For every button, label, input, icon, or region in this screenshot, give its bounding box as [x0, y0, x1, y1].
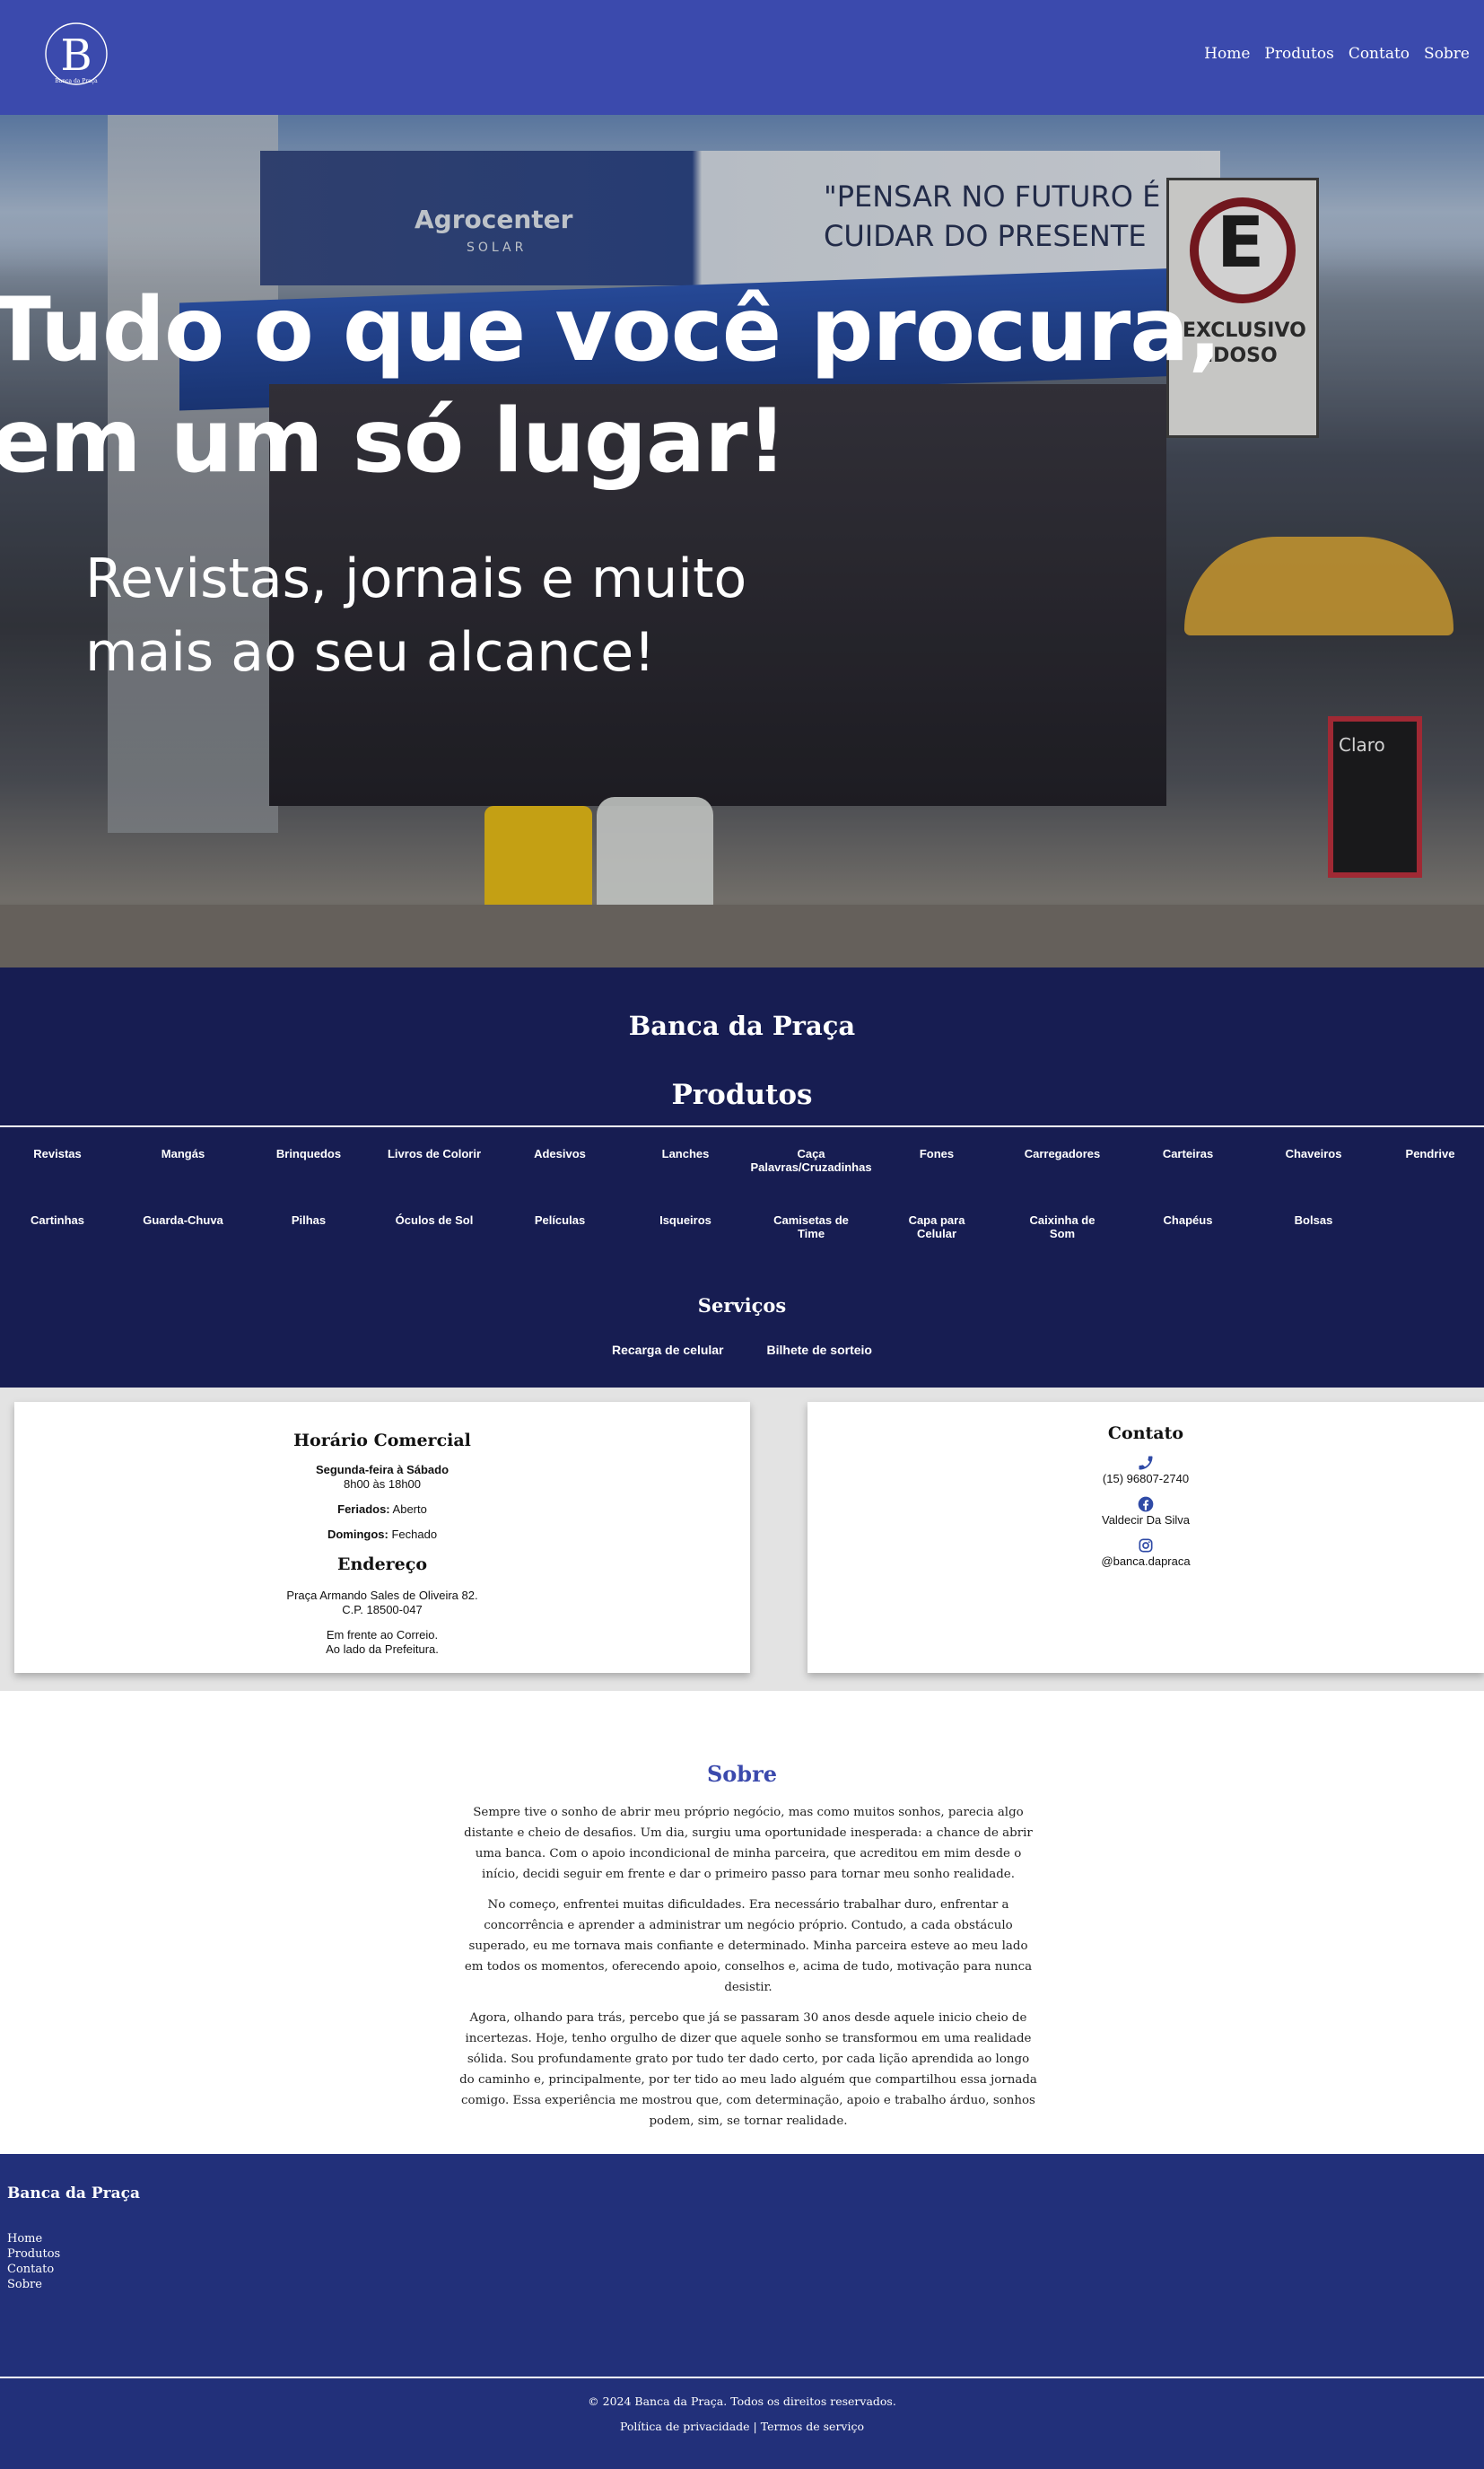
product-item[interactable]: Caça Palavras/Cruzadinhas [748, 1147, 874, 1174]
hero-title: Tudo o que você procura, em um só lugar! [0, 275, 1222, 497]
hours-sundays-label: Domingos: [327, 1528, 388, 1541]
products-title: Produtos [671, 1079, 813, 1111]
footer-legal: Política de privacidade | Termos de serv… [0, 2420, 1484, 2433]
product-item[interactable]: Bolsas [1251, 1213, 1376, 1227]
product-item[interactable]: Pilhas [246, 1213, 371, 1227]
site-footer: Banca da Praça Home Produtos Contato Sob… [0, 2154, 1484, 2469]
product-item[interactable]: Camisetas de Time [771, 1213, 851, 1240]
products-row-1: Revistas Mangás Brinquedos Livros de Col… [0, 1147, 1484, 1213]
nav-contato[interactable]: Contato [1349, 45, 1410, 63]
logo[interactable]: B Banca da Praça [43, 18, 109, 93]
nav-home[interactable]: Home [1204, 45, 1250, 63]
info-section: Horário Comercial Segunda-feira à Sábado… [0, 1388, 1484, 1691]
product-item[interactable]: Cartinhas [0, 1213, 120, 1227]
address-title: Endereço [336, 1554, 427, 1574]
product-item[interactable]: Brinquedos [246, 1147, 371, 1160]
product-item[interactable]: Caixinha de Som [1022, 1213, 1103, 1240]
site-header: B Banca da Praça Home Produtos Contato S… [0, 0, 1484, 115]
product-item[interactable]: Carteiras [1125, 1147, 1251, 1160]
contact-card: Contato (15) 96807-2740 Valdecir Da Silv… [807, 1402, 1484, 1673]
about-paragraph-3: Agora, olhando para trás, percebo que já… [459, 2011, 1037, 2128]
about-paragraph-2: No começo, enfrentei muitas dificuldades… [464, 1898, 1033, 1994]
product-item[interactable]: Mangás [120, 1147, 246, 1160]
product-item[interactable]: Películas [497, 1213, 623, 1227]
contact-instagram-row[interactable]: @banca.dapraca [807, 1537, 1484, 1568]
products-grid: Revistas Mangás Brinquedos Livros de Col… [0, 1147, 1484, 1280]
hours-holidays-label: Feriados: [337, 1502, 390, 1516]
logo-caption: Banca da Praça [55, 78, 98, 84]
service-item[interactable]: Recarga de celular [612, 1343, 724, 1357]
main-nav: Home Produtos Contato Sobre [1204, 45, 1470, 63]
product-item[interactable]: Carregadores [1000, 1147, 1125, 1160]
product-item[interactable]: Adesivos [497, 1147, 623, 1160]
contact-phone-row[interactable]: (15) 96807-2740 [807, 1454, 1484, 1485]
address-line-1: Praça Armando Sales de Oliveira 82. [286, 1589, 478, 1602]
footer-link-sobre[interactable]: Sobre [7, 2277, 60, 2292]
about-paragraph-1: Sempre tive o sonho de abrir meu próprio… [464, 1806, 1033, 1881]
address-ref-1: Em frente ao Correio. [326, 1628, 439, 1642]
instagram-icon [1139, 1538, 1153, 1553]
contact-phone: (15) 96807-2740 [1102, 1472, 1190, 1485]
product-item[interactable]: Guarda-Chuva [120, 1213, 246, 1227]
contact-title: Contato [1107, 1423, 1184, 1443]
hours-holidays: Feriados: Aberto [14, 1502, 750, 1516]
logo-letter: B [60, 31, 92, 81]
product-item[interactable]: Revistas [0, 1147, 120, 1160]
privacy-link[interactable]: Política de privacidade [620, 2420, 750, 2433]
footer-separator: | [753, 2420, 757, 2433]
product-item[interactable]: Óculos de Sol [371, 1213, 497, 1227]
contact-facebook-row[interactable]: Valdecir Da Silva [807, 1495, 1484, 1527]
footer-nav: Home Produtos Contato Sobre [7, 2231, 60, 2292]
facebook-icon [1138, 1496, 1154, 1512]
hero-title-line-2: em um só lugar! [0, 390, 787, 493]
products-row-2: Cartinhas Guarda-Chuva Pilhas Óculos de … [0, 1213, 1484, 1280]
services-title: Serviços [697, 1294, 787, 1317]
product-item[interactable]: Fones [874, 1147, 1000, 1160]
products-divider [0, 1125, 1484, 1127]
product-item[interactable]: Chaveiros [1251, 1147, 1376, 1160]
footer-link-home[interactable]: Home [7, 2231, 60, 2246]
hours-title: Horário Comercial [293, 1431, 471, 1450]
address-ref-2: Ao lado da Prefeitura. [326, 1642, 439, 1656]
products-section: Banca da Praça Produtos Revistas Mangás … [0, 967, 1484, 1388]
hero-section: Agrocenter SOLAR "PENSAR NO FUTURO É CUI… [0, 115, 1484, 967]
services-list: Recarga de celular Bilhete de sorteio [0, 1343, 1484, 1357]
product-item[interactable]: Chapéus [1125, 1213, 1251, 1227]
footer-link-contato[interactable]: Contato [7, 2262, 60, 2277]
footer-copyright: © 2024 Banca da Praça. Todos os direitos… [588, 2395, 896, 2408]
hours-days-value: 8h00 às 18h00 [343, 1477, 422, 1491]
product-item[interactable]: Pendrive [1376, 1147, 1484, 1160]
phone-icon [1139, 1456, 1153, 1470]
contact-instagram: @banca.dapraca [1101, 1554, 1191, 1568]
hours-days-label: Segunda-feira à Sábado [315, 1463, 450, 1476]
footer-link-produtos[interactable]: Produtos [7, 2246, 60, 2262]
hours-sundays: Domingos: Fechado [14, 1528, 750, 1541]
product-item[interactable]: Isqueiros [623, 1213, 748, 1227]
address-line-2: C.P. 18500-047 [342, 1603, 423, 1616]
hours-sundays-value: Fechado [391, 1528, 438, 1541]
product-item[interactable]: Capa para Celular [896, 1213, 977, 1240]
nav-produtos[interactable]: Produtos [1264, 45, 1333, 63]
nav-sobre[interactable]: Sobre [1424, 45, 1470, 63]
store-name: Banca da Praça [628, 1011, 856, 1041]
contact-facebook: Valdecir Da Silva [1101, 1513, 1191, 1527]
hero-title-line-1: Tudo o que você procura, [0, 279, 1222, 381]
product-item[interactable]: Livros de Colorir [371, 1147, 497, 1160]
footer-divider [0, 2377, 1484, 2378]
service-item[interactable]: Bilhete de sorteio [767, 1343, 872, 1357]
hero-overlay [0, 115, 1484, 967]
about-text: Sempre tive o sonho de abrir meu próprio… [459, 1802, 1037, 2141]
footer-store-name: Banca da Praça [7, 2184, 140, 2202]
hours-holidays-value: Aberto [392, 1502, 427, 1516]
about-section: Sobre Sempre tive o sonho de abrir meu p… [0, 1691, 1484, 2154]
hours-card: Horário Comercial Segunda-feira à Sábado… [14, 1402, 750, 1673]
hero-subtitle: Revistas, jornais e muito mais ao seu al… [85, 547, 747, 684]
product-item[interactable]: Lanches [623, 1147, 748, 1160]
about-title: Sobre [706, 1761, 778, 1787]
terms-link[interactable]: Termos de serviço [761, 2420, 864, 2433]
